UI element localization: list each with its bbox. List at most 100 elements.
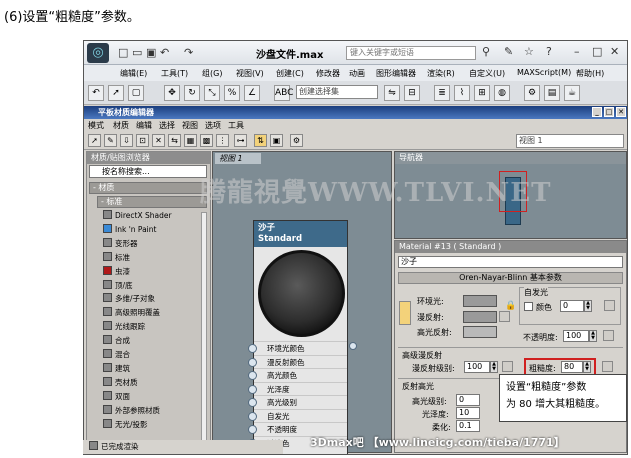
- sme-menu-edit[interactable]: 编辑: [136, 119, 152, 132]
- slot-socket[interactable]: [248, 411, 257, 421]
- render-setup-icon[interactable]: ⚙: [524, 85, 540, 101]
- view-tab[interactable]: 视图 1: [215, 153, 261, 164]
- menu-modifiers[interactable]: 修改器: [316, 68, 340, 79]
- menu-rendering[interactable]: 渲染(R): [427, 68, 455, 79]
- diffuse-level-spinner[interactable]: ▲ ▼: [490, 361, 498, 373]
- node-slot[interactable]: 漫反射颜色: [248, 354, 347, 368]
- self-illum-map-button[interactable]: [604, 300, 615, 311]
- menu-group[interactable]: 组(G): [202, 68, 222, 79]
- new-icon[interactable]: □: [118, 46, 128, 59]
- roughness-field[interactable]: 80: [561, 361, 583, 373]
- layout-children-icon[interactable]: ⊶: [234, 134, 247, 147]
- snap-icon[interactable]: %: [224, 85, 240, 101]
- node-slot[interactable]: 高光级别: [248, 395, 347, 408]
- save-icon[interactable]: ▣: [146, 46, 156, 59]
- sme-menu-view[interactable]: 视图: [182, 119, 198, 132]
- roughness-spinner[interactable]: ▲ ▼: [583, 361, 591, 373]
- select-icon[interactable]: ➚: [108, 85, 124, 101]
- group-materials[interactable]: - 材质: [89, 182, 207, 194]
- material-list-item[interactable]: 合成: [103, 335, 203, 347]
- opacity-field[interactable]: 100: [563, 330, 589, 342]
- material-node[interactable]: 沙子 Standard 环境光颜色 漫反射颜色 高光颜色 光泽度 高光级别 自发光 不透明度…: [248, 220, 348, 454]
- schematic-icon[interactable]: ⊞: [474, 85, 490, 101]
- layer-icon[interactable]: ≣: [434, 85, 450, 101]
- slot-socket[interactable]: [248, 344, 257, 353]
- search-input[interactable]: 键入关键字或短语: [346, 46, 476, 60]
- browser-search-input[interactable]: 按名称搜索...: [89, 165, 207, 178]
- parameter-editor-icon[interactable]: ▣: [270, 134, 283, 147]
- percent-snap-icon[interactable]: ∠: [244, 85, 260, 101]
- lock-toggle-icon[interactable]: [399, 301, 411, 325]
- tools-icon[interactable]: ✎: [504, 45, 513, 58]
- menu-tools[interactable]: 工具(T): [161, 68, 188, 79]
- rotate-icon[interactable]: ↻: [184, 85, 200, 101]
- diffuse-level-field[interactable]: 100: [464, 361, 490, 373]
- menu-maxscript[interactable]: MAXScript(M): [517, 68, 571, 77]
- material-list-item[interactable]: 标准: [103, 251, 203, 264]
- diffuse-map-button[interactable]: [499, 311, 510, 322]
- slot-socket[interactable]: [248, 384, 257, 394]
- ambient-color-swatch[interactable]: [463, 295, 497, 307]
- view-dropdown[interactable]: 视图 1: [516, 134, 624, 148]
- self-illum-field[interactable]: 0: [560, 300, 584, 312]
- rect-select-icon[interactable]: ▢: [128, 85, 144, 101]
- material-list-item[interactable]: 多维/子对象: [103, 293, 203, 305]
- menu-customize[interactable]: 自定义(U): [469, 68, 505, 79]
- menu-create[interactable]: 创建(C): [276, 68, 304, 79]
- group-standard[interactable]: - 标准: [97, 196, 207, 208]
- material-list-item[interactable]: 高级照明覆盖: [103, 307, 203, 319]
- undo-icon[interactable]: ↶: [160, 46, 169, 59]
- assign-material-icon[interactable]: ⊡: [136, 134, 149, 147]
- material-list-item[interactable]: 无光/投影: [103, 418, 203, 431]
- material-list-item[interactable]: 双面: [103, 390, 203, 403]
- undo-button[interactable]: ↶: [88, 85, 104, 101]
- node-slot[interactable]: 环境光颜色: [248, 341, 347, 354]
- slot-socket[interactable]: [248, 357, 257, 367]
- slot-socket[interactable]: [248, 425, 257, 434]
- roughness-map-button[interactable]: [602, 361, 613, 372]
- spec-level-field[interactable]: 0: [456, 394, 480, 406]
- delete-icon[interactable]: ✕: [152, 134, 165, 147]
- menu-help[interactable]: 帮助(H): [576, 68, 604, 79]
- edit-named-sets-icon[interactable]: ABC: [274, 85, 293, 101]
- material-list-item[interactable]: 混合: [103, 349, 203, 361]
- maximize-icon[interactable]: □: [592, 45, 602, 58]
- node-slot[interactable]: 高光颜色: [248, 368, 347, 381]
- specular-color-swatch[interactable]: [463, 326, 497, 338]
- material-list-item[interactable]: 光线跟踪: [103, 321, 203, 333]
- move-icon[interactable]: ✥: [164, 85, 180, 101]
- glossiness-field[interactable]: 10: [456, 407, 480, 419]
- node-header[interactable]: 沙子 Standard: [254, 221, 347, 247]
- sme-menu-options[interactable]: 选项: [205, 119, 221, 132]
- pick-material-icon[interactable]: ✎: [104, 134, 117, 147]
- star-icon[interactable]: ☆: [524, 45, 534, 58]
- material-list-item[interactable]: 变形器: [103, 237, 203, 250]
- sme-menu-material[interactable]: 材质: [113, 119, 129, 132]
- diffuse-color-swatch[interactable]: [463, 311, 497, 323]
- material-name-field[interactable]: 沙子: [398, 256, 623, 268]
- show-background-icon[interactable]: ▩: [200, 134, 213, 147]
- layout-all-icon[interactable]: ⋮: [216, 134, 229, 147]
- selection-set-dropdown[interactable]: 创建选择集: [296, 85, 378, 99]
- menu-animation[interactable]: 动画: [349, 68, 365, 79]
- browser-scrollbar[interactable]: [201, 212, 207, 447]
- material-list-item[interactable]: 壳材质: [103, 376, 203, 389]
- slot-socket[interactable]: [248, 371, 257, 380]
- render-icon[interactable]: ☕: [564, 85, 580, 101]
- sme-close-icon[interactable]: ✕: [616, 107, 626, 117]
- diffuse-level-map-button[interactable]: [502, 361, 513, 372]
- select-by-material-icon[interactable]: ⚙: [290, 134, 303, 147]
- node-slot[interactable]: 光泽度: [248, 381, 347, 395]
- scale-icon[interactable]: ⤡: [204, 85, 220, 101]
- output-socket[interactable]: [349, 342, 357, 350]
- help-icon[interactable]: ?: [546, 45, 552, 58]
- material-list-item[interactable]: 外部参照材质: [103, 404, 203, 417]
- close-icon[interactable]: ✕: [610, 45, 619, 58]
- render-frame-icon[interactable]: ▤: [544, 85, 560, 101]
- curve-editor-icon[interactable]: ⌇: [454, 85, 470, 101]
- rollout-basic-params[interactable]: Oren-Nayar-Blinn 基本参数: [398, 272, 623, 284]
- link-lock-icon[interactable]: 🔒: [505, 301, 516, 311]
- slot-socket[interactable]: [248, 398, 257, 407]
- menu-edit[interactable]: 编辑(E): [120, 68, 147, 79]
- move-children-icon[interactable]: ⇆: [168, 134, 181, 147]
